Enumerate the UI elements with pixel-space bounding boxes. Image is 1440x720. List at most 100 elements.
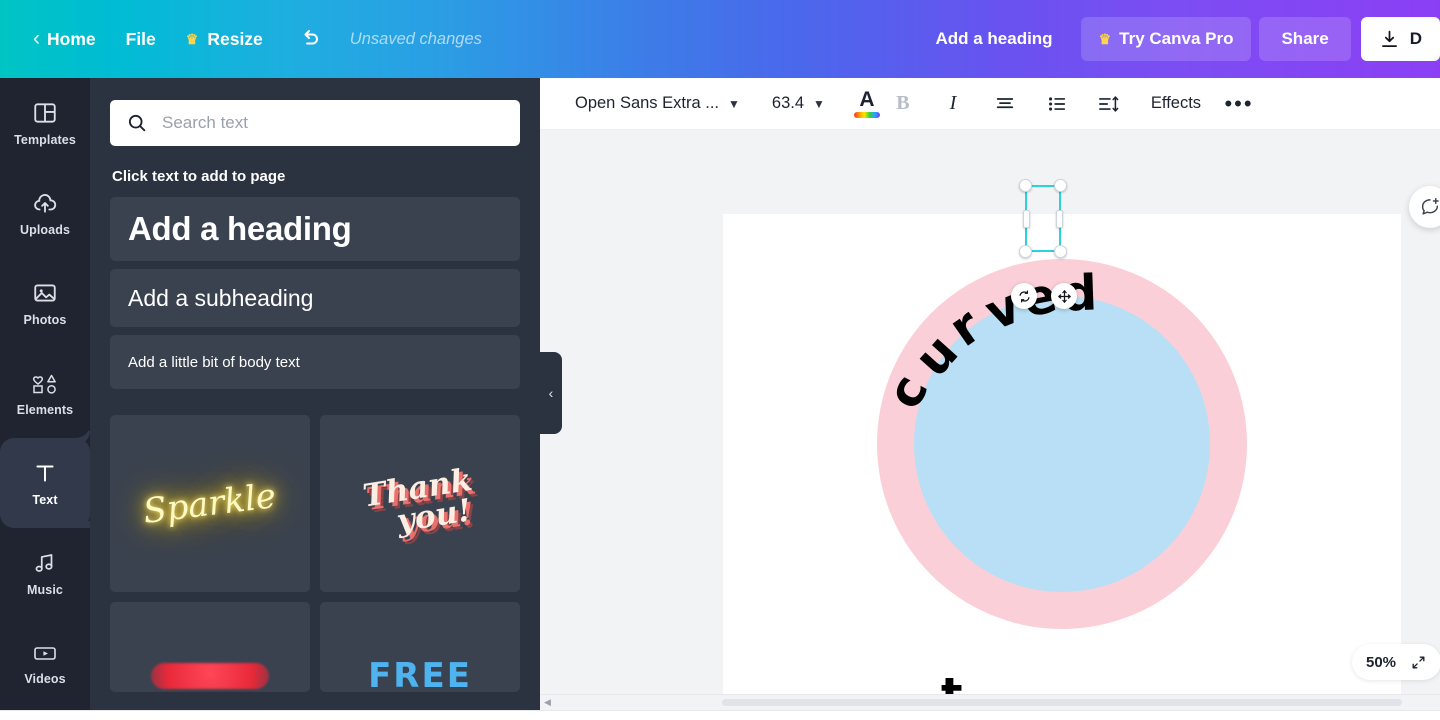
pro-label: Try Canva Pro [1119,29,1234,48]
sidebar-item-label: Photos [23,312,67,327]
italic-label: I [949,92,957,114]
color-gradient-bar [853,112,880,118]
top-bar-right: Add a heading ♛ Try Canva Pro Share D [915,0,1440,78]
download-button[interactable]: D [1360,17,1440,61]
more-options-button[interactable]: ••• [1219,86,1259,122]
download-icon [1381,30,1397,47]
add-heading-button[interactable]: Add a heading [915,17,1072,61]
preset-add-subheading[interactable]: Add a subheading [110,269,520,327]
left-rail: Templates Uploads Photos Elements Text M… [0,78,90,720]
curved-text-group[interactable]: c u r v e d [876,259,1247,629]
rotate-handle-button[interactable] [1011,283,1037,309]
align-button[interactable] [985,86,1025,122]
bullet-list-button[interactable] [1037,86,1077,122]
effects-button[interactable]: Effects [1141,86,1211,122]
text-panel: Click text to add to page Add a heading … [90,78,540,720]
search-box[interactable] [110,100,520,146]
style-card-label: FREE [368,656,472,692]
font-family-value: Open Sans Extra ... [575,94,719,112]
preset-add-body-text[interactable]: Add a little bit of body text [110,335,520,389]
text-style-grid: Sparkle Thank you! FREE [110,415,520,692]
font-size-selector[interactable]: 63.4 ▼ [762,86,835,122]
move-handle-button[interactable] [1051,283,1077,309]
sidebar-item-label: Videos [24,671,66,686]
video-icon [31,641,59,665]
crown-icon: ♛ [1098,31,1112,47]
chevron-left-icon: ‹ [548,385,554,401]
bold-label: B [896,92,910,114]
templates-icon [32,100,58,126]
home-label: Home [47,29,96,49]
chevron-left-icon: ‹ [33,27,40,50]
upload-cloud-icon [32,190,58,216]
top-bar-left: ‹ Home File ♛ Resize Unsaved changes [0,0,482,78]
search-input[interactable] [162,113,504,133]
sidebar-item-label: Elements [16,402,74,417]
resize-button[interactable]: ♛ Resize [171,17,278,61]
expand-arrows-icon[interactable] [1410,654,1427,671]
resize-handle-top-right[interactable] [1054,179,1067,192]
save-status: Unsaved changes [349,29,482,48]
try-canva-pro-button[interactable]: ♛ Try Canva Pro [1080,17,1252,61]
effects-label: Effects [1150,94,1202,112]
move-icon [1057,289,1071,303]
style-card-thank-you[interactable]: Thank you! [320,415,520,592]
rotate-icon [1019,290,1029,302]
line-spacing-button[interactable] [1089,86,1129,122]
editor-area: Open Sans Extra ... ▼ 63.4 ▼ A B I Effec… [540,78,1440,720]
bold-button[interactable]: B [883,86,923,122]
file-menu-button[interactable]: File [111,17,171,61]
zoom-widget[interactable]: 50% [1352,644,1440,680]
scroll-left-arrow-icon[interactable]: ◀ [544,697,551,708]
sidebar-item-uploads[interactable]: Uploads [0,168,90,258]
sidebar-item-music[interactable]: Music [0,528,90,618]
preset-label: Add a heading [128,210,352,247]
sidebar-item-label: Uploads [19,222,70,237]
sidebar-item-label: Templates [14,132,76,147]
scrollbar-thumb[interactable] [722,699,1402,706]
horizontal-scrollbar[interactable]: ◀ [540,694,1440,710]
text-color-button[interactable]: A [851,87,883,121]
preset-label: Add a little bit of body text [128,353,300,371]
top-bar: ‹ Home File ♛ Resize Unsaved changes Add… [0,0,1440,78]
chevron-down-icon: ▼ [728,96,740,111]
resize-handle-right-middle[interactable] [1056,209,1063,228]
panel-hint: Click text to add to page [112,168,286,185]
sidebar-item-photos[interactable]: Photos [0,258,90,348]
style-card-label: Thank you! [361,462,479,542]
arc-letter[interactable]: c [876,365,940,417]
resize-handle-bottom-left[interactable] [1019,245,1032,258]
font-family-selector[interactable]: Open Sans Extra ... ▼ [565,86,750,122]
text-t-icon [32,460,58,486]
collapse-panel-button[interactable]: ‹ [540,352,562,434]
sidebar-item-templates[interactable]: Templates [0,78,90,168]
resize-handle-bottom-right[interactable] [1054,245,1067,258]
bullet-list-icon [1048,96,1066,111]
undo-arrow-icon [304,30,318,45]
selection-box[interactable] [1019,179,1067,258]
resize-handle-top-left[interactable] [1019,179,1032,192]
share-label: Share [1281,29,1329,48]
preset-add-heading[interactable]: Add a heading [110,197,520,261]
undo-button[interactable] [288,17,332,61]
style-card-red[interactable] [110,602,310,692]
sidebar-item-label: Music [27,582,63,597]
sidebar-item-videos[interactable]: Videos [0,618,90,708]
font-size-value: 63.4 [771,94,805,112]
photo-icon [32,280,58,306]
canvas-viewport[interactable]: c u r v e d t t e x [540,130,1440,720]
home-button[interactable]: ‹ Home [18,17,111,61]
style-card-free[interactable]: FREE [320,602,520,692]
resize-label: Resize [207,29,263,49]
red-text-preview [151,663,269,689]
share-button[interactable]: Share [1259,17,1351,61]
sidebar-item-label: Text [32,492,58,507]
italic-button[interactable]: I [933,86,973,122]
resize-handle-left-middle[interactable] [1023,209,1030,228]
align-center-icon [996,97,1014,108]
sidebar-item-text[interactable]: Text [0,438,90,528]
style-card-sparkle[interactable]: Sparkle [110,415,310,592]
line-spacing-icon [1098,95,1119,112]
file-label: File [125,29,156,49]
search-icon [128,114,146,132]
